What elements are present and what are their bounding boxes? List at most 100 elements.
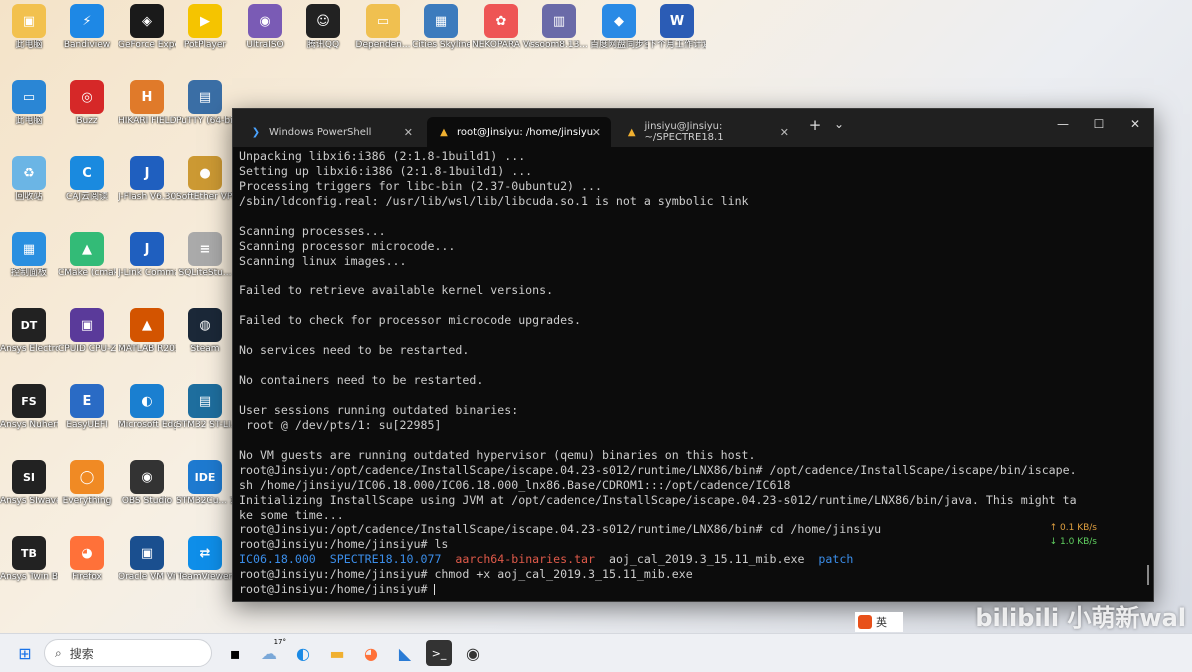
app-icon: W bbox=[660, 4, 694, 38]
app-icon: SI bbox=[12, 460, 46, 494]
desktop-icon[interactable]: ▲ CMake (cmake-gui) bbox=[58, 228, 116, 302]
desktop-icon[interactable]: ▲ MATLAB R2023a bbox=[118, 304, 176, 378]
desktop-icon-label: HIKARI FIELD... bbox=[118, 116, 176, 126]
terminal-line: ke some time... bbox=[239, 507, 344, 522]
ls-output-line: IC06.18.000 SPECTRE18.10.077 aarch64-bin… bbox=[239, 552, 1145, 567]
desktop-icon[interactable]: J J-Link Command... bbox=[118, 228, 176, 302]
weather-widget[interactable]: ☁ 17° bbox=[256, 638, 286, 666]
desktop-icon[interactable]: DT Ansys Electroni... bbox=[0, 304, 58, 378]
taskview-button[interactable]: ▪ bbox=[222, 640, 248, 666]
desktop-icon-label: Oracle VM VirtualBox bbox=[118, 572, 176, 582]
app-icon: ▭ bbox=[366, 4, 400, 38]
desktop-icon-label: J-Flash V6.30d bbox=[118, 192, 176, 202]
tab-root-jinsiyu[interactable]: ▲ root@Jinsiyu: /home/jinsiyu ✕ bbox=[427, 117, 611, 147]
desktop-icon[interactable]: ▦ 控制面板 bbox=[0, 228, 58, 302]
desktop-icon[interactable]: C CAJ云阅读 bbox=[58, 152, 116, 226]
taskbar-terminal[interactable]: >_ bbox=[426, 640, 452, 666]
close-button[interactable]: ✕ bbox=[1121, 117, 1149, 131]
desktop-icon[interactable]: ▣ Oracle VM VirtualBox bbox=[118, 532, 176, 606]
desktop-icon[interactable]: ▥ ssoom8.13... bbox=[530, 0, 588, 74]
desktop-icon[interactable]: W 下个月工作计划.docx bbox=[648, 0, 706, 74]
desktop-icon[interactable]: FS Ansys Nuhertz Fil... bbox=[0, 380, 58, 454]
app-icon: ▣ bbox=[70, 308, 104, 342]
desktop-icon[interactable]: ▭ Dependen... bbox=[354, 0, 412, 74]
ls-item: patch bbox=[818, 552, 854, 567]
terminal-line: sh /home/jinsiyu/IC06.18.000/IC06.18.000… bbox=[239, 477, 791, 492]
tab-label: Windows PowerShell bbox=[269, 126, 372, 138]
tab-powershell[interactable]: ❯ Windows PowerShell ✕ bbox=[239, 117, 423, 147]
app-icon: J bbox=[130, 156, 164, 190]
app-icon: ⇄ bbox=[188, 536, 222, 570]
desktop-icon[interactable]: ◐ Microsoft Edge bbox=[118, 380, 176, 454]
desktop-icon[interactable]: J J-Flash V6.30d bbox=[118, 152, 176, 226]
desktop-icon[interactable]: TB Ansys Twin Builder bbox=[0, 532, 58, 606]
taskbar-search[interactable]: ⌕ 搜索 bbox=[44, 639, 212, 667]
app-icon: ◐ bbox=[130, 384, 164, 418]
app-icon: ◉ bbox=[130, 460, 164, 494]
taskbar-explorer[interactable]: ▬ bbox=[324, 640, 350, 666]
desktop-icon[interactable]: ▦ Cities Skylines bbox=[412, 0, 470, 74]
desktop-icon[interactable]: ⇄ TeamViewer bbox=[176, 532, 234, 606]
desktop-icon[interactable]: H HIKARI FIELD... bbox=[118, 76, 176, 150]
desktop-icon[interactable]: E EasyUEFI bbox=[58, 380, 116, 454]
upload-speed: ↑ 0.1 KB/s bbox=[1049, 523, 1097, 533]
start-button[interactable]: ⊞ bbox=[12, 640, 38, 666]
taskbar-obs[interactable]: ◉ bbox=[460, 640, 486, 666]
desktop-icon-label: 腾讯QQ bbox=[306, 40, 340, 50]
weather-temp: 17° bbox=[273, 638, 286, 646]
windows-terminal-window[interactable]: ❯ Windows PowerShell ✕ ▲ root@Jinsiyu: /… bbox=[232, 108, 1154, 602]
desktop-icon[interactable]: ◕ Firefox bbox=[58, 532, 116, 606]
taskbar-vscode[interactable]: ◣ bbox=[392, 640, 418, 666]
terminal-line: /sbin/ldconfig.real: /usr/lib/wsl/lib/li… bbox=[239, 193, 749, 208]
desktop-icon[interactable]: ☺ 腾讯QQ bbox=[294, 0, 352, 74]
dropdown-button[interactable]: ⌄ bbox=[825, 117, 853, 131]
desktop-icon[interactable]: ▣ CPUID CPU-Z bbox=[58, 304, 116, 378]
desktop-icon-label: 此电脑 bbox=[15, 116, 43, 126]
desktop-icon[interactable]: ● SoftEther VPN Clie... bbox=[176, 152, 234, 226]
app-icon: ▦ bbox=[424, 4, 458, 38]
ls-item: SPECTRE18.10.077 bbox=[329, 552, 442, 567]
desktop-icon[interactable]: ◆ 百度网盘同步空间 bbox=[590, 0, 648, 74]
desktop-icon[interactable]: IDE STM32Cu... 1.4.0 bbox=[176, 456, 234, 530]
desktop-icon-label: Microsoft Edge bbox=[118, 420, 176, 430]
taskbar: ⊞ ⌕ 搜索 ▪ ☁ 17° ◐ ▬ ◕ ◣ >_ ◉ bbox=[0, 633, 1192, 672]
tab-jinsiyu-spectre[interactable]: ▲ jinsiyu@Jinsiyu: ~/SPECTRE18.1 ✕ bbox=[615, 117, 799, 147]
weather-icon: ☁ bbox=[261, 643, 277, 663]
minimize-button[interactable]: — bbox=[1049, 117, 1077, 131]
prompt-text: root@Jinsiyu:/home/jinsiyu# chmod +x aoj… bbox=[239, 567, 693, 582]
terminal-line: root@Jinsiyu:/home/jinsiyu# chmod +x aoj… bbox=[239, 567, 1145, 582]
terminal-output[interactable]: Unpacking libxi6:i386 (2:1.8-1build1) ..… bbox=[239, 149, 1145, 595]
desktop-icon-label: Everything bbox=[62, 496, 112, 506]
terminal-icon: >_ bbox=[431, 646, 447, 660]
app-icon: C bbox=[70, 156, 104, 190]
scrollbar[interactable] bbox=[1147, 565, 1149, 585]
desktop-icon-label: STM32 ST-LI... bbox=[176, 420, 234, 430]
taskbar-edge[interactable]: ◐ bbox=[290, 640, 316, 666]
desktop-icon[interactable]: ✿ NEKOPARA Vol. 0 bbox=[472, 0, 530, 74]
desktop-icon[interactable]: ◯ Everything bbox=[58, 456, 116, 530]
taskbar-firefox[interactable]: ◕ bbox=[358, 640, 384, 666]
ime-indicator[interactable]: 英 bbox=[855, 612, 903, 632]
linux-icon: ▲ bbox=[440, 126, 448, 138]
desktop-icon[interactable]: ◍ Steam bbox=[176, 304, 234, 378]
tab-close-icon[interactable]: ✕ bbox=[404, 126, 413, 139]
desktop-icon[interactable]: ◉ UltraISO bbox=[236, 0, 294, 74]
maximize-button[interactable]: ☐ bbox=[1085, 117, 1113, 131]
desktop-icon[interactable]: ◉ OBS Studio bbox=[118, 456, 176, 530]
desktop-icon[interactable]: ◎ Buzz bbox=[58, 76, 116, 150]
tab-close-icon[interactable]: ✕ bbox=[592, 126, 601, 139]
tab-close-icon[interactable]: ✕ bbox=[780, 126, 789, 139]
desktop-icon[interactable]: SI Ansys SIwave bbox=[0, 456, 58, 530]
desktop-icon[interactable]: ▤ PuTTY (64-bit) bbox=[176, 76, 234, 150]
terminal-line: Processing triggers for libc-bin (2.37-0… bbox=[239, 178, 602, 193]
desktop-icon[interactable]: ▤ STM32 ST-LI... bbox=[176, 380, 234, 454]
app-icon: H bbox=[130, 80, 164, 114]
app-icon: ▤ bbox=[188, 80, 222, 114]
terminal-line: Unpacking libxi6:i386 (2:1.8-1build1) ..… bbox=[239, 149, 526, 163]
app-icon: ▭ bbox=[12, 80, 46, 114]
desktop-icon[interactable]: ≡ SQLiteStu... bbox=[176, 228, 234, 302]
terminal-line: Setting up libxi6:i386 (2:1.8-1build1) .… bbox=[239, 163, 533, 178]
desktop-icon[interactable]: ▭ 此电脑 bbox=[0, 76, 58, 150]
desktop-icon[interactable]: ♻ 回收站 bbox=[0, 152, 58, 226]
